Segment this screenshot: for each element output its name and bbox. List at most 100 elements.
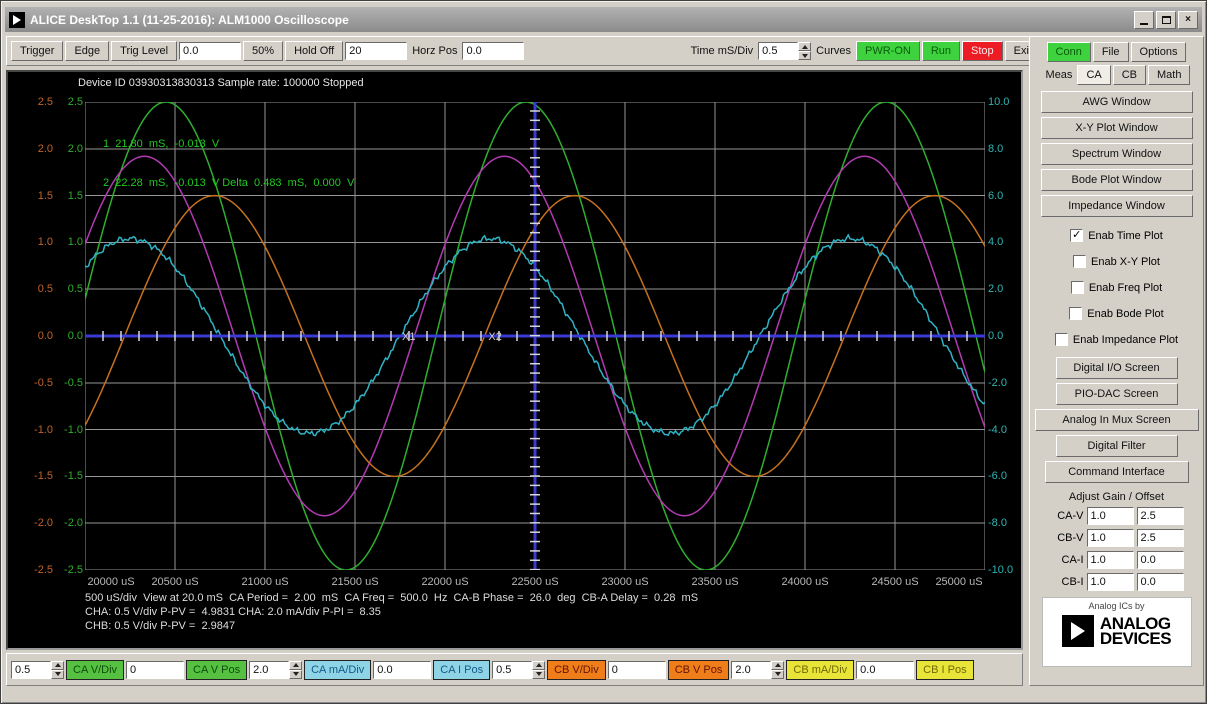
ca-ipos-button[interactable]: CA I Pos xyxy=(433,659,491,680)
cb-madiv-button[interactable]: CB mA/Div xyxy=(786,659,855,680)
axis-tick-label: 0.0 xyxy=(988,330,1004,342)
ca-madiv-input[interactable] xyxy=(249,660,290,679)
digital-filter-button[interactable]: Digital Filter xyxy=(1055,435,1178,457)
checkbox-icon[interactable] xyxy=(1073,255,1087,268)
spin-up-icon[interactable] xyxy=(771,660,785,670)
gain-row-label: CA-V xyxy=(1057,510,1084,522)
axis-tick-label: -1.5 xyxy=(64,470,83,483)
time-div-input[interactable] xyxy=(758,42,799,60)
checkbox-icon[interactable] xyxy=(1070,229,1084,242)
gain-row-label: CB-I xyxy=(1061,576,1084,588)
spin-up-icon[interactable] xyxy=(289,660,303,670)
cursor-readout: 1 21.80 mS, -0.013 V 2 22.28 mS, -0.013 … xyxy=(103,112,354,216)
ca-vpos-input[interactable] xyxy=(126,660,185,679)
spin-up-icon[interactable] xyxy=(798,42,812,51)
spin-down-icon[interactable] xyxy=(289,669,303,679)
checkbox-icon[interactable] xyxy=(1069,307,1083,320)
edge-button[interactable]: Edge xyxy=(65,41,110,61)
cb-madiv-spinner[interactable] xyxy=(731,660,785,679)
cb-vpos-button[interactable]: CB V Pos xyxy=(667,659,730,680)
ca-ipos-input[interactable] xyxy=(373,660,432,679)
checkbox-enab-freq-plot[interactable]: Enab Freq Plot xyxy=(1030,277,1203,298)
cb-vpos-input[interactable] xyxy=(607,660,666,679)
stop-button[interactable]: Stop xyxy=(962,41,1003,61)
tab-ca[interactable]: CA xyxy=(1077,65,1111,85)
pwr-on-button[interactable]: PWR-ON xyxy=(856,41,920,61)
checkbox-enab-time-plot[interactable]: Enab Time Plot xyxy=(1030,225,1203,246)
checkbox-icon[interactable] xyxy=(1054,333,1068,346)
cb-i-offset-input[interactable] xyxy=(1136,573,1184,591)
spin-up-icon[interactable] xyxy=(51,660,64,670)
ca-vdiv-button[interactable]: CA V/Div xyxy=(66,659,125,680)
digital-io-screen-button[interactable]: Digital I/O Screen xyxy=(1055,357,1178,379)
ca-vdiv-input[interactable] xyxy=(11,660,51,679)
spin-down-icon[interactable] xyxy=(798,51,812,60)
tab-meas[interactable]: Meas xyxy=(1043,65,1076,85)
checkbox-enab-impedance-plot[interactable]: Enab Impedance Plot xyxy=(1030,329,1203,350)
minimize-button[interactable] xyxy=(1134,10,1154,29)
tab-math[interactable]: Math xyxy=(1148,65,1191,85)
ca-v-gain-input[interactable] xyxy=(1086,507,1134,525)
tab-file[interactable]: File xyxy=(1092,42,1129,62)
axis-tick-label: 10.0 xyxy=(988,96,1010,108)
impedance-window-button[interactable]: Impedance Window xyxy=(1040,195,1193,217)
tab-conn[interactable]: Conn xyxy=(1046,42,1091,62)
ca-madiv-button[interactable]: CA mA/Div xyxy=(304,659,372,680)
checkbox-enab-bode-plot[interactable]: Enab Bode Plot xyxy=(1030,303,1203,324)
axis-tick-label: 6.0 xyxy=(988,189,1004,202)
app-icon xyxy=(9,11,25,28)
horz-pos-input[interactable] xyxy=(462,42,525,60)
ca-vpos-button[interactable]: CA V Pos xyxy=(186,659,248,680)
axis-tick-label: -0.5 xyxy=(64,376,83,389)
maximize-button[interactable] xyxy=(1156,10,1176,29)
spin-down-icon[interactable] xyxy=(771,669,785,679)
spin-down-icon[interactable] xyxy=(532,669,546,679)
spectrum-window-button[interactable]: Spectrum Window xyxy=(1040,143,1193,165)
ca-madiv-spinner[interactable] xyxy=(249,660,303,679)
awg-window-button[interactable]: AWG Window xyxy=(1040,91,1193,113)
cb-ipos-button[interactable]: CB I Pos xyxy=(916,659,974,680)
xy-plot-window-button[interactable]: X-Y Plot Window xyxy=(1040,117,1193,139)
axis-tick-label: -2.0 xyxy=(988,376,1007,389)
ca-i-gain-input[interactable] xyxy=(1086,551,1134,569)
hold-off-input[interactable] xyxy=(345,42,408,60)
analog-in-mux-screen-button[interactable]: Analog In Mux Screen xyxy=(1034,409,1199,431)
trigger-button[interactable]: Trigger xyxy=(11,41,64,61)
tab-cb[interactable]: CB xyxy=(1112,65,1146,85)
command-interface-button[interactable]: Command Interface xyxy=(1044,461,1189,483)
cb-vdiv-spinner[interactable] xyxy=(492,660,546,679)
hold-off-button[interactable]: Hold Off xyxy=(285,41,344,61)
cb-v-offset-input[interactable] xyxy=(1136,529,1184,547)
trig-level-input[interactable] xyxy=(179,42,242,60)
curves-label: Curves xyxy=(816,45,851,57)
pio-dac-screen-button[interactable]: PIO-DAC Screen xyxy=(1055,383,1178,405)
tab-options[interactable]: Options xyxy=(1130,42,1187,62)
close-button[interactable]: × xyxy=(1178,10,1198,29)
axis-tick-label: 1.0 xyxy=(67,236,83,249)
bode-plot-window-button[interactable]: Bode Plot Window xyxy=(1040,169,1193,191)
logo-tagline: Analog ICs by xyxy=(1088,601,1145,611)
ca-v-offset-input[interactable] xyxy=(1136,507,1184,525)
spin-down-icon[interactable] xyxy=(51,669,64,679)
gain-row-cb-v: CB-V xyxy=(1030,529,1203,547)
axis-tick-label: 1.0 xyxy=(37,236,53,249)
cb-vdiv-input[interactable] xyxy=(492,660,533,679)
checkbox-icon[interactable] xyxy=(1070,281,1084,294)
ca-i-offset-input[interactable] xyxy=(1136,551,1184,569)
axis-tick-label: 0.5 xyxy=(67,283,83,296)
axis-tick-label: -2.0 xyxy=(64,517,83,530)
spin-up-icon[interactable] xyxy=(532,660,546,670)
cb-i-gain-input[interactable] xyxy=(1086,573,1134,591)
time-div-spinner[interactable] xyxy=(758,42,812,60)
cb-madiv-input[interactable] xyxy=(731,660,772,679)
cursor-readout-line1: 1 21.80 mS, -0.013 V xyxy=(103,138,220,150)
fifty-percent-button[interactable]: 50% xyxy=(243,41,284,61)
checkbox-enab-xy-plot[interactable]: Enab X-Y Plot xyxy=(1030,251,1203,272)
trig-level-button[interactable]: Trig Level xyxy=(111,41,178,61)
run-button[interactable]: Run xyxy=(921,41,961,61)
cb-ipos-input[interactable] xyxy=(856,660,915,679)
ca-vdiv-spinner[interactable] xyxy=(11,660,64,679)
cb-vdiv-button[interactable]: CB V/Div xyxy=(547,659,606,680)
cb-v-gain-input[interactable] xyxy=(1086,529,1134,547)
axis-tick-label: 21500 uS xyxy=(331,576,379,588)
